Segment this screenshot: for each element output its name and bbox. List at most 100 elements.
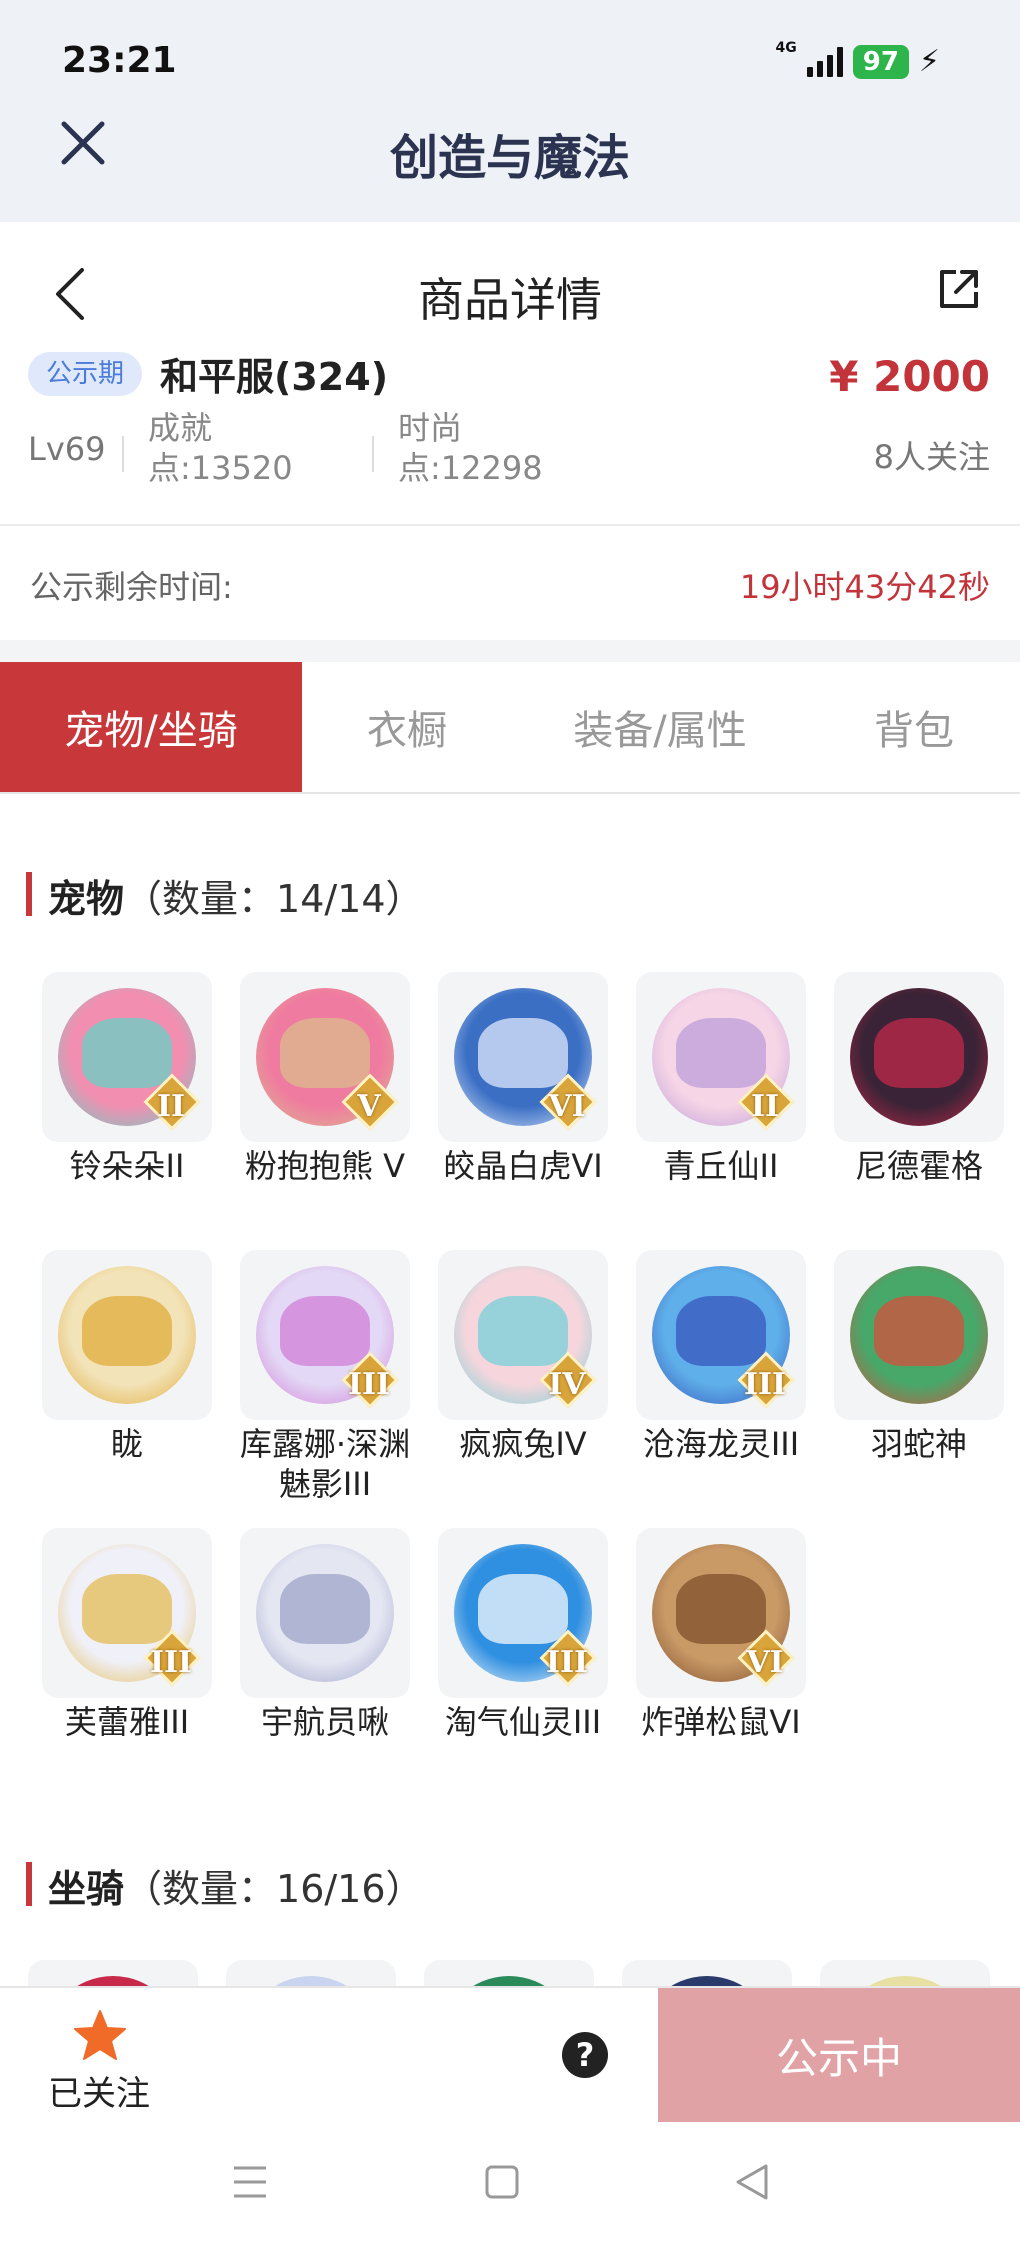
home-icon[interactable] <box>484 2162 520 2202</box>
pet-thumbnail[interactable]: VI <box>438 972 608 1142</box>
pet-thumbnail[interactable] <box>42 1250 212 1420</box>
remaining-time-row: 公示剩余时间: 19小时43分42秒 <box>0 526 1020 640</box>
status-badge: 公示期 <box>28 352 143 396</box>
rank-label: II <box>156 1089 186 1124</box>
remaining-time-label: 公示剩余时间: <box>30 568 233 606</box>
system-nav-bar <box>0 2122 1020 2246</box>
battery-indicator: 97 <box>852 44 909 79</box>
follow-button[interactable]: 已关注 <box>48 2066 150 2115</box>
rank-label: III <box>545 1645 589 1680</box>
section-gap <box>0 640 1020 662</box>
pet-name: 粉抱抱熊 V <box>244 1147 406 1185</box>
tab-equipment[interactable]: 装备/属性 <box>512 662 808 792</box>
pet-name: 铃朵朵II <box>69 1147 185 1185</box>
pet-card[interactable]: II 铃朵朵II <box>28 972 226 1250</box>
pet-card[interactable]: 尼德霍格 <box>820 972 1018 1250</box>
pet-thumbnail[interactable]: III <box>438 1528 608 1698</box>
fashion-points: 时尚点:12298 <box>398 409 543 487</box>
pet-card[interactable]: III 沧海龙灵III <box>622 1250 820 1528</box>
pet-art-accent <box>676 1018 766 1088</box>
pet-card[interactable]: VI 皎晶白虎VI <box>424 972 622 1250</box>
pet-art-accent <box>478 1574 568 1644</box>
pets-section-header: 宠物（数量：14/14） <box>0 864 1020 924</box>
pet-card[interactable]: VI 炸弹松鼠VI <box>622 1528 820 1806</box>
product-info: 公示期 和平服(324) ¥ 2000 Lv69 成就点:13520 时尚点:1… <box>0 352 1020 524</box>
pet-name: 宇航员啾 <box>260 1703 389 1741</box>
tab-wardrobe[interactable]: 衣橱 <box>302 662 512 792</box>
pet-thumbnail[interactable]: III <box>42 1528 212 1698</box>
pet-thumbnail[interactable] <box>834 1250 1004 1420</box>
section-title: 坐骑（数量：16/16） <box>48 1867 424 1911</box>
section-title: 宠物（数量：14/14） <box>48 877 424 921</box>
remaining-time-value: 19小时43分42秒 <box>739 568 990 606</box>
follower-count: 8人关注 <box>873 438 990 476</box>
tab-pets-mounts[interactable]: 宠物/坐骑 <box>0 662 302 792</box>
pet-thumbnail[interactable]: II <box>636 972 806 1142</box>
pet-name: 芙蕾雅III <box>64 1703 190 1741</box>
rank-label: II <box>750 1089 780 1124</box>
pet-thumbnail[interactable]: VI <box>636 1528 806 1698</box>
pet-name: 眬 <box>110 1425 143 1463</box>
level: Lv69 <box>28 430 106 468</box>
pet-thumbnail[interactable] <box>834 972 1004 1142</box>
star-icon[interactable] <box>72 2008 128 2064</box>
detail-nav: 商品详情 <box>0 222 1020 352</box>
pet-card[interactable]: III 淘气仙灵III <box>424 1528 622 1806</box>
pet-art-accent <box>874 1018 964 1088</box>
pet-card[interactable]: 宇航员啾 <box>226 1528 424 1806</box>
section-accent-bar <box>26 872 32 916</box>
pet-thumbnail[interactable] <box>240 1528 410 1698</box>
pet-thumbnail[interactable]: III <box>240 1250 410 1420</box>
pet-thumbnail[interactable]: II <box>42 972 212 1142</box>
status-time: 23:21 <box>62 40 177 81</box>
price: ¥ 2000 <box>829 352 990 401</box>
pet-art-accent <box>676 1574 766 1644</box>
bottom-bar: 已关注 ? 公示中 <box>0 1986 1020 2122</box>
mounts-section-header: 坐骑（数量：16/16） <box>0 1854 1020 1914</box>
rank-label: VI <box>548 1089 586 1124</box>
tab-bar: 宠物/坐骑 衣橱 装备/属性 背包 <box>0 662 1020 794</box>
pet-card[interactable]: IV 疯疯兔IV <box>424 1250 622 1528</box>
divider <box>372 436 374 472</box>
pet-art-accent <box>676 1296 766 1366</box>
network-label: 4G <box>775 40 797 56</box>
pet-art-accent <box>478 1018 568 1088</box>
status-icons: 4G 97 ⚡ <box>776 40 941 79</box>
tab-backpack[interactable]: 背包 <box>808 662 1020 792</box>
pet-art-accent <box>280 1574 370 1644</box>
pet-art-accent <box>82 1574 172 1644</box>
app-title: 创造与魔法 <box>389 130 630 186</box>
rank-label: III <box>149 1645 193 1680</box>
page: 23:21 4G 97 ⚡ 创造与魔法 商品详情 公示期 和平服(324) ¥ … <box>0 0 1020 2246</box>
pet-art-accent <box>82 1018 172 1088</box>
pet-thumbnail[interactable]: V <box>240 972 410 1142</box>
pet-grid: II 铃朵朵II V 粉抱抱熊 V VI 皎晶白虎VI II 青丘仙II 尼德霍格眬 III 库露娜… <box>0 972 1020 1806</box>
pet-name: 炸弹松鼠VI <box>641 1703 801 1741</box>
pet-name: 羽蛇神 <box>870 1425 967 1463</box>
pet-card[interactable]: III 库露娜·深渊魅影III <box>226 1250 424 1528</box>
pet-card[interactable]: II 青丘仙II <box>622 972 820 1250</box>
pet-card[interactable]: 眬 <box>28 1250 226 1528</box>
share-icon[interactable] <box>936 266 982 312</box>
pet-name: 淘气仙灵III <box>444 1703 602 1741</box>
section-accent-bar <box>26 1862 32 1906</box>
section-count: （数量：14/14） <box>124 877 424 921</box>
pet-name: 库露娜·深渊魅影III <box>239 1425 411 1503</box>
pet-thumbnail[interactable]: IV <box>438 1250 608 1420</box>
signal-icon <box>806 46 843 77</box>
pet-card[interactable]: III 芙蕾雅III <box>28 1528 226 1806</box>
help-icon[interactable]: ? <box>562 2032 608 2078</box>
back-nav-icon[interactable] <box>732 2162 772 2202</box>
achievement-points: 成就点:13520 <box>148 409 293 487</box>
pet-card[interactable]: 羽蛇神 <box>820 1250 1018 1528</box>
pet-card[interactable]: V 粉抱抱熊 V <box>226 972 424 1250</box>
pet-name: 疯疯兔IV <box>459 1425 587 1463</box>
pet-art-accent <box>280 1018 370 1088</box>
pet-thumbnail[interactable]: III <box>636 1250 806 1420</box>
pet-art-accent <box>874 1296 964 1366</box>
menu-icon[interactable] <box>230 2162 270 2202</box>
publicity-button[interactable]: 公示中 <box>658 1988 1020 2122</box>
pet-art-accent <box>478 1296 568 1366</box>
charging-icon: ⚡ <box>918 44 940 79</box>
pet-name: 皎晶白虎VI <box>443 1147 603 1185</box>
